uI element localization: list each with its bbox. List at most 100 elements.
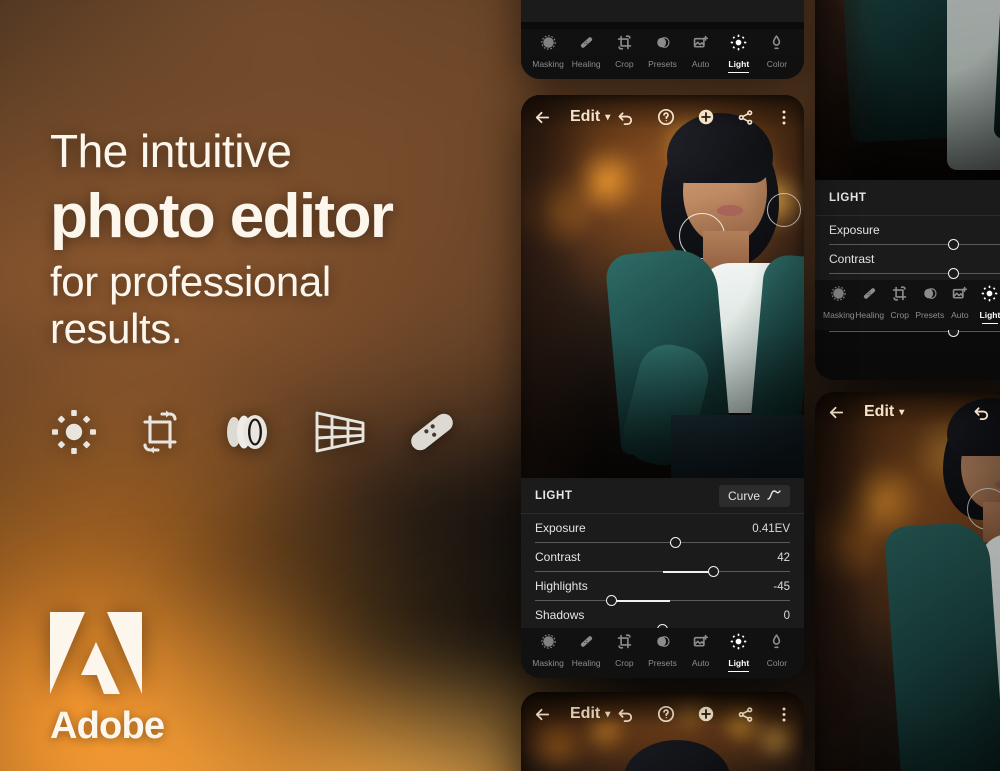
slider-thumb[interactable] — [606, 595, 617, 606]
presets-icon — [654, 633, 671, 655]
slider-row[interactable]: Highlights -45 — [521, 572, 804, 606]
slider-header: Shadows 0 — [535, 608, 790, 622]
tool-tab-label: Healing — [855, 310, 885, 320]
headline-line-3: for professional — [50, 258, 331, 306]
editor-mode-label: Edit — [864, 403, 895, 420]
light-icon — [730, 34, 747, 56]
tool-tab-label: Masking — [532, 658, 564, 668]
tool-tab-auto[interactable]: Auto — [945, 285, 975, 324]
more-button[interactable] — [776, 706, 792, 723]
add-button[interactable] — [697, 108, 715, 126]
editor-toolbar-main[interactable]: Edit ▾ — [521, 95, 804, 139]
tool-tab-healing[interactable]: Healing — [567, 633, 605, 672]
auto-icon — [692, 34, 709, 56]
undo-button[interactable] — [616, 705, 635, 724]
slider-track[interactable] — [829, 239, 1000, 250]
slider-track[interactable] — [829, 326, 1000, 337]
slider-track[interactable] — [829, 268, 1000, 279]
tool-tab-crop[interactable]: Crop — [605, 34, 643, 73]
tool-tab-light[interactable]: Light — [975, 285, 1000, 324]
slider-row[interactable]: Exposure — [815, 216, 1000, 250]
tool-tab-masking[interactable]: Masking — [823, 285, 855, 324]
tool-tab-label: Presets — [648, 658, 677, 668]
tool-tabbar-top-phone[interactable]: Masking Healing Crop Presets Auto Light Color — [521, 29, 804, 79]
slider-thumb[interactable] — [947, 268, 959, 279]
slider-label: Highlights — [535, 579, 588, 593]
masking-icon — [830, 285, 847, 307]
tool-tab-color[interactable]: Color — [758, 633, 796, 672]
tool-tab-label: Light — [979, 310, 1000, 320]
slider-track[interactable] — [535, 595, 790, 606]
slider-row[interactable]: Contrast — [815, 245, 1000, 279]
tool-tab-auto[interactable]: Auto — [682, 34, 720, 73]
tool-tab-color[interactable]: Color — [758, 34, 796, 73]
back-button[interactable] — [533, 705, 552, 724]
tool-tab-healing[interactable]: Healing — [567, 34, 605, 73]
slider-header: Highlights -45 — [535, 579, 790, 593]
undo-button[interactable] — [972, 403, 991, 422]
tool-tab-presets[interactable]: Presets — [915, 285, 945, 324]
healing-icon — [861, 285, 878, 307]
slider-thumb[interactable] — [669, 537, 681, 548]
undo-button[interactable] — [616, 108, 635, 127]
back-button[interactable] — [827, 403, 846, 422]
crop-rotate-icon — [136, 408, 184, 456]
tool-tab-masking[interactable]: Masking — [529, 34, 567, 73]
slider-thumb[interactable] — [708, 566, 719, 577]
panel-title-right-top: LIGHT — [829, 191, 867, 204]
add-button[interactable] — [697, 705, 715, 723]
slider-row[interactable]: Contrast 42 — [521, 543, 804, 577]
tool-tabbar-right-top[interactable]: MaskingHealingCropPresetsAutoLightColor — [815, 280, 1000, 330]
tool-tab-label: Auto — [691, 658, 710, 668]
editor-mode-title[interactable]: Edit ▾ — [864, 403, 904, 421]
slider-row[interactable]: Exposure 0.41EV — [521, 514, 804, 548]
adobe-wordmark: Adobe — [50, 705, 165, 747]
slider-header: Contrast — [829, 252, 1000, 266]
slider-label: Contrast — [535, 550, 581, 564]
tool-tab-healing[interactable]: Healing — [855, 285, 885, 324]
light-icon — [730, 633, 747, 655]
auto-icon — [951, 285, 968, 307]
tool-tab-auto[interactable]: Auto — [682, 633, 720, 672]
phone-preview-main: Edit ▾ LIGHT Curve Exposure 0.41EV Contrast… — [521, 95, 804, 678]
editor-mode-title[interactable]: Edit ▾ — [570, 705, 610, 723]
tool-tab-label: Masking — [532, 59, 564, 69]
slider-row[interactable]: Shadows 0 — [521, 601, 804, 635]
editor-toolbar-bottom[interactable]: Edit ▾ — [521, 692, 804, 736]
editor-mode-title[interactable]: Edit ▾ — [570, 108, 610, 126]
slider-track[interactable] — [535, 537, 790, 548]
headline-line-2: photo editor — [50, 181, 394, 251]
crop-icon — [891, 285, 908, 307]
tool-tab-light[interactable]: Light — [720, 633, 758, 672]
slider-list-main: Exposure 0.41EV Contrast 42 Highlights -45 Sha… — [521, 514, 804, 635]
tool-tab-label: Masking — [823, 310, 855, 320]
tool-tab-label: Crop — [615, 59, 634, 69]
phone-preview-right-top: LIGHT ExposureContrastHighlightsShadows … — [815, 0, 1000, 380]
tool-tab-presets[interactable]: Presets — [643, 34, 681, 73]
tool-tab-label: Light — [728, 658, 750, 668]
presets-icon — [921, 285, 938, 307]
slider-header: Exposure 0.41EV — [535, 521, 790, 535]
slider-track[interactable] — [535, 566, 790, 577]
tool-tab-crop[interactable]: Crop — [605, 633, 643, 672]
share-button[interactable] — [737, 109, 754, 126]
slider-thumb[interactable] — [947, 239, 959, 250]
tool-tab-light[interactable]: Light — [720, 34, 758, 73]
editor-mode-label: Edit — [570, 108, 601, 125]
tool-tab-presets[interactable]: Presets — [643, 633, 681, 672]
editor-toolbar-right-bottom[interactable]: Edit ▾ — [815, 392, 1000, 432]
tool-tab-label: Crop — [890, 310, 909, 320]
panel-header-right-top: LIGHT — [815, 180, 1000, 216]
tool-tab-masking[interactable]: Masking — [529, 633, 567, 672]
help-button[interactable] — [657, 705, 675, 723]
slider-label: Shadows — [535, 608, 585, 622]
help-button[interactable] — [657, 108, 675, 126]
more-button[interactable] — [776, 109, 792, 126]
presets-icon — [654, 34, 671, 56]
tool-tabbar-main[interactable]: Masking Healing Crop Presets Auto Light Color — [521, 628, 804, 678]
tool-tab-crop[interactable]: Crop — [885, 285, 915, 324]
back-button[interactable] — [533, 108, 552, 127]
share-button[interactable] — [737, 706, 754, 723]
lens-optics-icon — [222, 408, 274, 456]
curve-button[interactable]: Curve — [718, 484, 790, 507]
